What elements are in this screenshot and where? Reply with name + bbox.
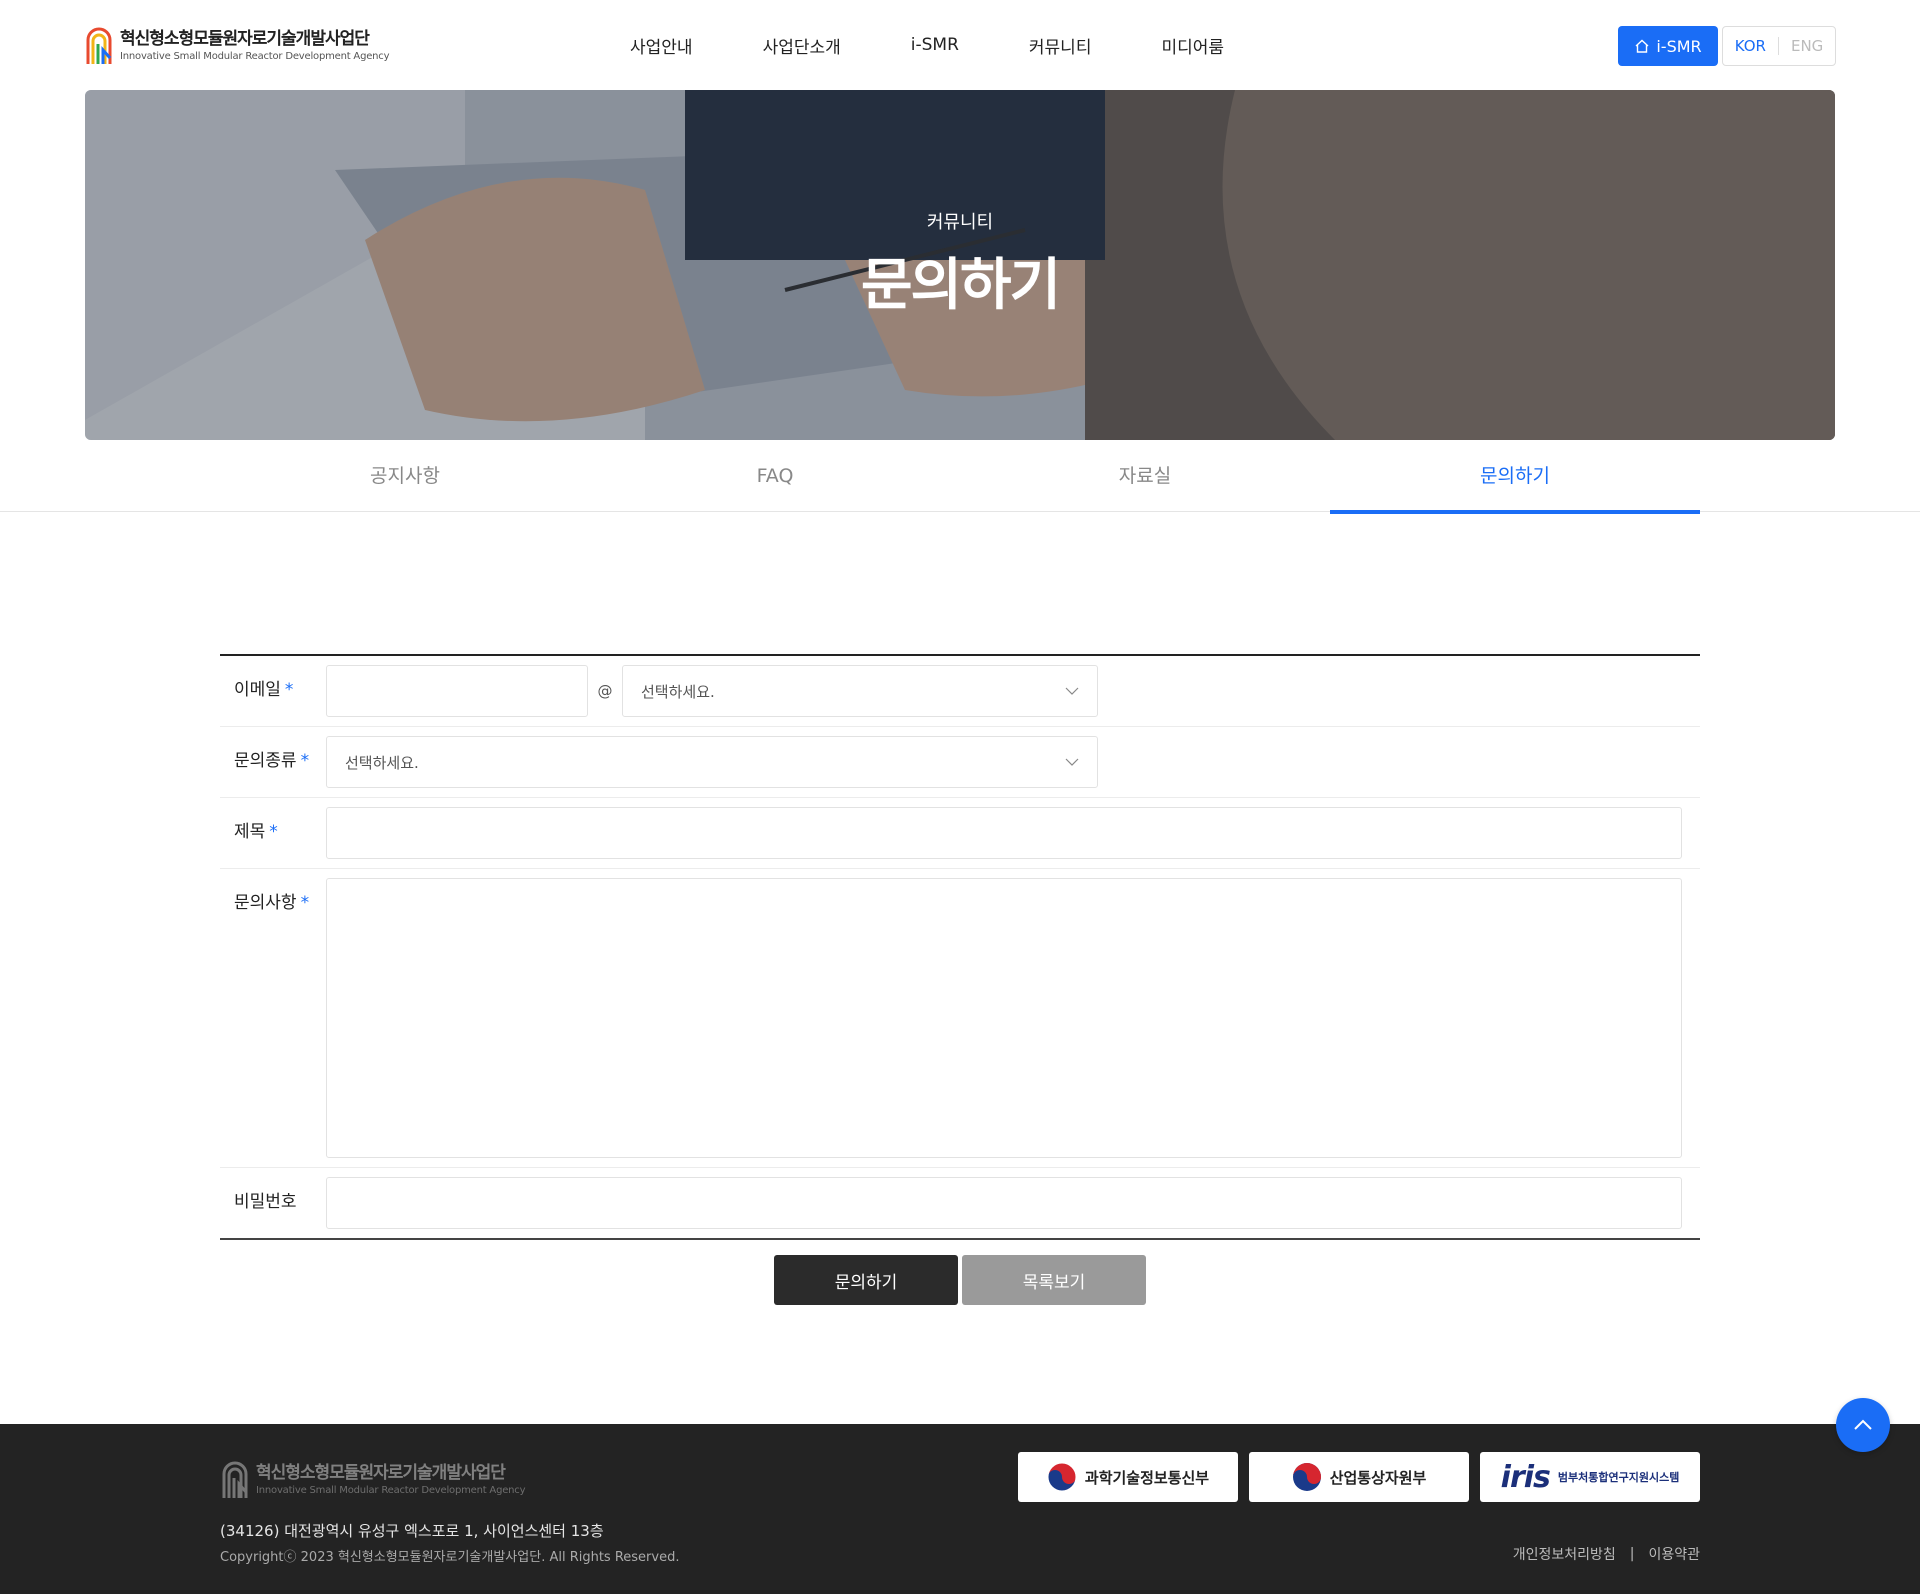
nav-item-ismr[interactable]: i-SMR	[911, 35, 959, 55]
inquiry-type-select[interactable]: 선택하세요.	[326, 736, 1098, 788]
footer-address: (34126) 대전광역시 유성구 엑스포로 1, 사이언스센터 13층	[220, 1522, 604, 1540]
footer-logo-title: 혁신형소형모듈원자로기술개발사업단	[256, 1462, 506, 1483]
ismr-home-button[interactable]: i-SMR	[1618, 26, 1718, 66]
footer-link-separator: |	[1629, 1546, 1635, 1562]
hero-text: 커뮤니티 문의하기	[85, 208, 1835, 321]
tab-inquiry[interactable]: 문의하기	[1330, 440, 1700, 514]
nav-item-community[interactable]: 커뮤니티	[1029, 33, 1092, 58]
home-icon	[1635, 39, 1649, 53]
language-switch: KOR ENG	[1722, 26, 1836, 66]
tab-archive[interactable]: 자료실	[960, 440, 1330, 512]
nav-item-agency[interactable]: 사업단소개	[763, 33, 841, 58]
banner-msit-label: 과학기술정보통신부	[1084, 1468, 1210, 1487]
inquiry-type-value: 선택하세요.	[345, 753, 419, 772]
hero-banner: 커뮤니티 문의하기	[85, 90, 1835, 440]
content-label: 문의사항 *	[234, 878, 326, 928]
site-header: 혁신형소형모듈원자로기술개발사업단 Innovative Small Modul…	[0, 0, 1920, 90]
list-button[interactable]: 목록보기	[962, 1255, 1146, 1305]
chevron-down-icon	[1065, 758, 1079, 766]
lang-eng[interactable]: ENG	[1777, 37, 1835, 55]
email-id-input[interactable]	[326, 665, 588, 717]
type-label: 문의종류 *	[234, 736, 326, 788]
logo-icon	[222, 1461, 248, 1498]
footer-copyright: Copyrightⓒ 2023 혁신형소형모듈원자로기술개발사업단. All R…	[220, 1550, 680, 1565]
tab-faq[interactable]: FAQ	[590, 440, 960, 512]
footer-logo-subtitle: Innovative Small Modular Reactor Develop…	[256, 1484, 526, 1496]
ismr-button-label: i-SMR	[1656, 36, 1702, 56]
banner-msit[interactable]: 과학기술정보통신부	[1018, 1452, 1238, 1502]
nav-item-media[interactable]: 미디어룸	[1161, 33, 1224, 58]
site-logo[interactable]: 혁신형소형모듈원자로기술개발사업단 Innovative Small Modul…	[84, 24, 390, 66]
subject-label: 제목 *	[234, 807, 326, 859]
form-row-type: 문의종류 * 선택하세요.	[220, 727, 1700, 798]
form-row-content: 문의사항 *	[220, 869, 1700, 1168]
banner-motie[interactable]: 산업통상자원부	[1249, 1452, 1469, 1502]
footer-banners: 과학기술정보통신부 산업통상자원부 iris 범부처통합연구지원시스템	[1007, 1452, 1700, 1502]
iris-logo-text: iris	[1500, 1459, 1551, 1495]
terms-link[interactable]: 이용약관	[1648, 1544, 1700, 1564]
header-utility: i-SMR KOR ENG	[1618, 26, 1836, 66]
required-mark: *	[300, 751, 310, 771]
lang-kor[interactable]: KOR	[1723, 37, 1778, 55]
banner-iris[interactable]: iris 범부처통합연구지원시스템	[1480, 1452, 1700, 1502]
form-actions: 문의하기 목록보기	[774, 1255, 1146, 1305]
iris-subtitle: 범부처통합연구지원시스템	[1557, 1471, 1680, 1484]
password-label: 비밀번호	[234, 1192, 297, 1212]
main-nav: 사업안내 사업단소개 i-SMR 커뮤니티 미디어룸	[630, 0, 1224, 90]
subject-input[interactable]	[326, 807, 1682, 859]
form-row-email: 이메일 * @ 선택하세요.	[220, 656, 1700, 727]
scroll-top-button[interactable]	[1836, 1398, 1890, 1452]
privacy-policy-link[interactable]: 개인정보처리방침	[1513, 1544, 1616, 1564]
taegeuk-icon	[1047, 1462, 1077, 1492]
subject-label-text: 제목	[234, 822, 266, 842]
required-mark: *	[269, 822, 278, 842]
banner-motie-label: 산업통상자원부	[1329, 1468, 1427, 1487]
inquiry-form: 이메일 * @ 선택하세요. 문의종류 * 선택하세요. 제목 * 문의사항 *…	[220, 654, 1700, 1240]
content-textarea[interactable]	[326, 878, 1682, 1158]
content-label-text: 문의사항	[234, 893, 297, 913]
taegeuk-icon	[1292, 1463, 1321, 1491]
site-footer: 혁신형소형모듈원자로기술개발사업단 Innovative Small Modul…	[0, 1424, 1920, 1594]
sub-tabs: 공지사항 FAQ 자료실 문의하기	[0, 440, 1920, 514]
logo-title: 혁신형소형모듈원자로기술개발사업단	[120, 28, 370, 49]
arrow-up-icon	[1854, 1419, 1872, 1430]
logo-subtitle: Innovative Small Modular Reactor Develop…	[120, 50, 390, 62]
footer-logo: 혁신형소형모듈원자로기술개발사업단 Innovative Small Modul…	[220, 1458, 526, 1500]
required-mark: *	[300, 893, 310, 913]
page-title: 문의하기	[860, 253, 1061, 318]
chevron-down-icon	[1065, 687, 1079, 695]
tab-notice[interactable]: 공지사항	[220, 440, 590, 512]
footer-links: 개인정보처리방침 | 이용약관	[1513, 1544, 1700, 1564]
form-row-subject: 제목 *	[220, 798, 1700, 869]
submit-button[interactable]: 문의하기	[774, 1255, 958, 1305]
nav-item-business[interactable]: 사업안내	[630, 33, 693, 58]
email-label: 이메일 *	[234, 665, 326, 717]
form-row-password: 비밀번호	[220, 1168, 1700, 1238]
email-domain-select[interactable]: 선택하세요.	[622, 665, 1098, 717]
logo-icon	[86, 27, 112, 64]
hero-subtitle: 커뮤니티	[926, 212, 994, 233]
required-mark: *	[284, 680, 294, 700]
email-domain-value: 선택하세요.	[641, 682, 715, 701]
email-at-sign: @	[597, 682, 613, 700]
type-label-text: 문의종류	[234, 751, 297, 771]
email-label-text: 이메일	[234, 680, 281, 700]
password-input[interactable]	[326, 1177, 1682, 1229]
